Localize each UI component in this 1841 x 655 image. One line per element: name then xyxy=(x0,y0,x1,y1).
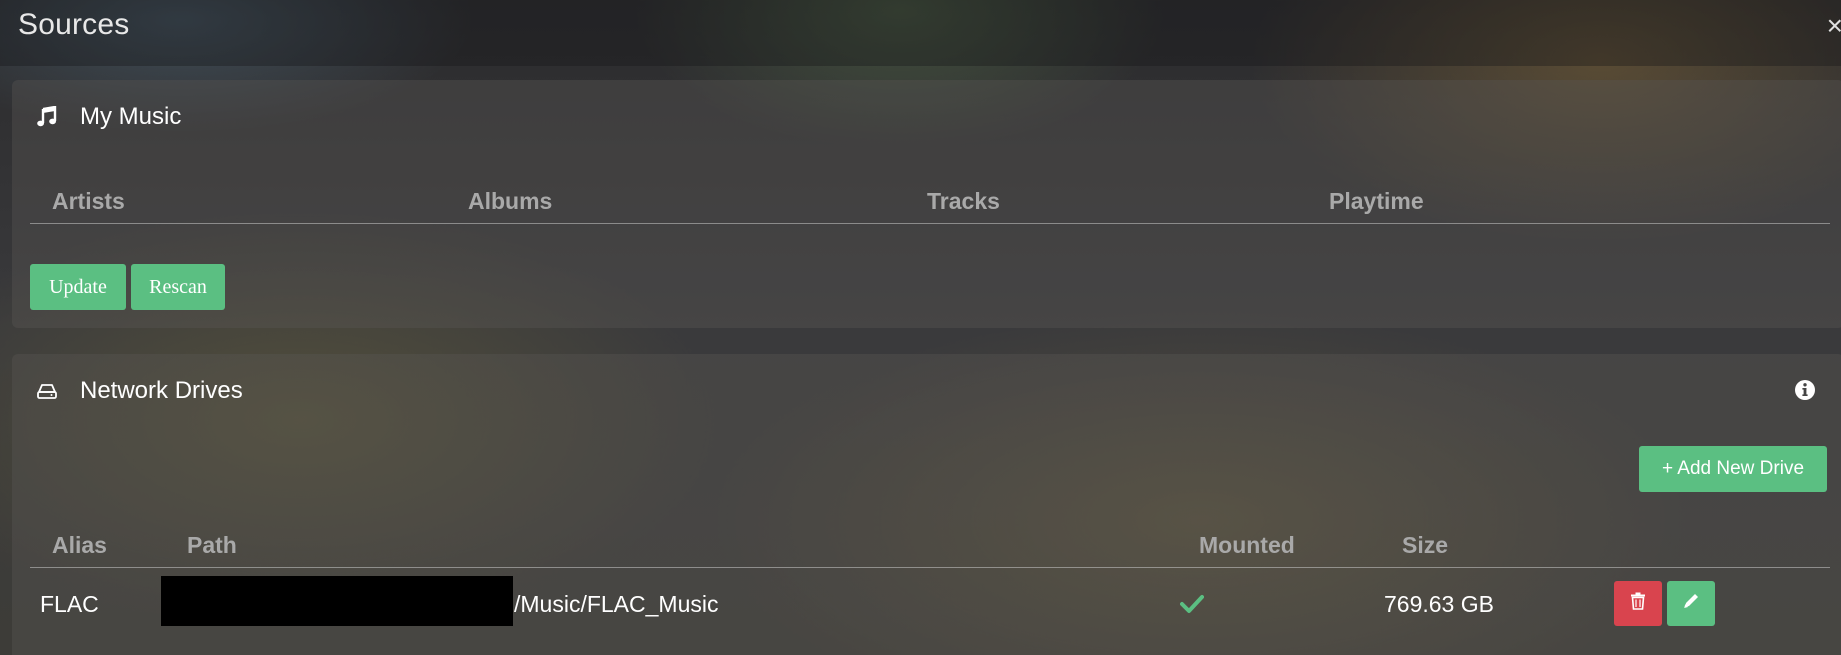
col-playtime: Playtime xyxy=(1329,188,1424,214)
col-mounted: Mounted xyxy=(1199,532,1295,558)
drive-alias: FLAC xyxy=(40,591,99,617)
col-albums: Albums xyxy=(468,188,553,214)
info-circle-icon[interactable] xyxy=(1794,379,1816,401)
drive-size: 769.63 GB xyxy=(1384,591,1494,617)
col-tracks: Tracks xyxy=(927,188,1000,214)
my-music-panel: My Music Artists Albums Tracks Playtime … xyxy=(12,80,1841,328)
network-drives-header: Network Drives xyxy=(34,376,243,406)
redacted-path-prefix xyxy=(161,576,513,626)
pencil-icon xyxy=(1682,592,1700,615)
my-music-title: My Music xyxy=(80,103,182,130)
col-artists: Artists xyxy=(52,188,125,214)
edit-drive-button[interactable] xyxy=(1667,581,1715,626)
library-stats-header: Artists Albums Tracks Playtime xyxy=(30,180,1830,224)
network-drives-title: Network Drives xyxy=(80,377,243,404)
col-size: Size xyxy=(1402,532,1449,558)
close-icon[interactable]: × xyxy=(1827,10,1841,42)
drive-path: /Music/FLAC_Music xyxy=(514,591,719,617)
col-alias: Alias xyxy=(52,532,107,558)
trash-icon xyxy=(1630,592,1646,615)
rescan-button[interactable]: Rescan xyxy=(131,264,225,310)
check-icon xyxy=(1180,594,1204,614)
top-bar: Sources × xyxy=(0,0,1841,66)
update-button[interactable]: Update xyxy=(30,264,126,310)
network-drives-panel: Network Drives + Add New Drive Alias Pat… xyxy=(12,354,1841,655)
delete-drive-button[interactable] xyxy=(1614,581,1662,626)
music-note-icon xyxy=(34,104,60,130)
add-new-drive-button[interactable]: + Add New Drive xyxy=(1639,446,1827,492)
col-path: Path xyxy=(187,532,237,558)
hard-drive-icon xyxy=(34,378,60,404)
drives-table-header: Alias Path Mounted Size xyxy=(30,524,1830,568)
page-title: Sources xyxy=(18,8,130,41)
my-music-header: My Music xyxy=(34,102,181,132)
